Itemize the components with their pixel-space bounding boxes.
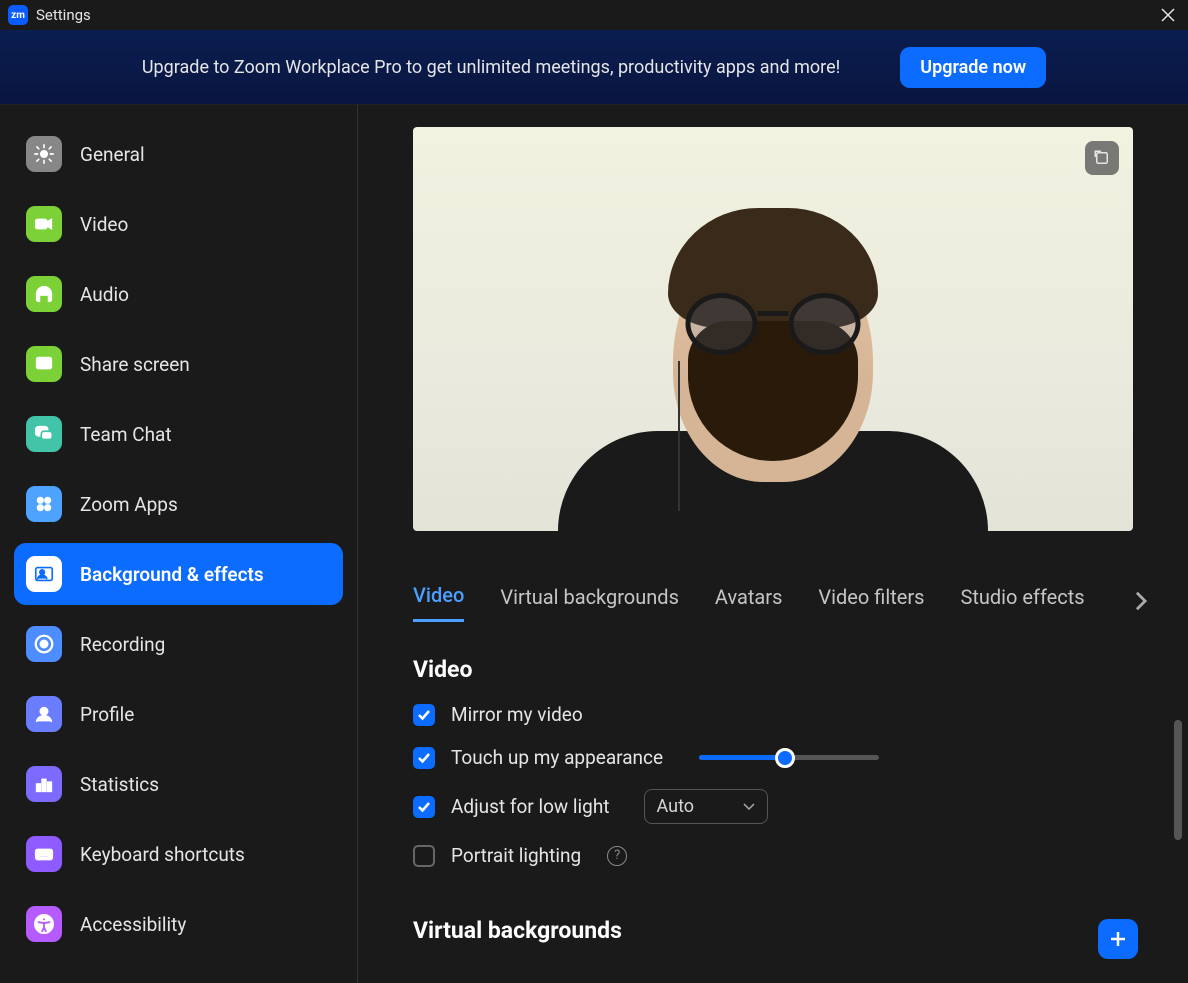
tab-video-filters[interactable]: Video filters (818, 585, 924, 621)
headphones-icon (26, 276, 62, 312)
lowlight-select[interactable]: Auto (644, 789, 768, 824)
sidebar-item-team-chat[interactable]: Team Chat (14, 403, 343, 465)
portrait-lighting-label: Portrait lighting (451, 844, 581, 867)
add-background-button[interactable] (1098, 919, 1138, 959)
sidebar-item-label: Video (80, 213, 128, 236)
effects-tabs: Video Virtual backgrounds Avatars Video fil… (413, 583, 1148, 622)
slider-handle[interactable] (775, 748, 795, 768)
portrait-lighting-checkbox[interactable] (413, 845, 435, 867)
sidebar-item-label: Background & effects (80, 563, 264, 586)
share-icon (26, 346, 62, 382)
sidebar-item-general[interactable]: General (14, 123, 343, 185)
touchup-checkbox[interactable] (413, 747, 435, 769)
help-icon[interactable]: ? (607, 846, 627, 866)
sidebar-item-statistics[interactable]: Statistics (14, 753, 343, 815)
gear-icon (26, 136, 62, 172)
sidebar-item-label: General (80, 143, 145, 166)
tab-studio-effects[interactable]: Studio effects (960, 585, 1084, 621)
window-title: Settings (36, 6, 91, 24)
sidebar-item-audio[interactable]: Audio (14, 263, 343, 325)
lowlight-checkbox[interactable] (413, 796, 435, 818)
scrollbar[interactable] (1174, 720, 1182, 840)
upgrade-button[interactable]: Upgrade now (900, 47, 1046, 88)
mirror-video-label: Mirror my video (451, 703, 583, 726)
tabs-scroll-right-icon[interactable] (1134, 590, 1148, 616)
lowlight-select-value: Auto (657, 796, 695, 817)
zoom-logo-icon: zm (8, 5, 28, 25)
profile-icon (26, 696, 62, 732)
mirror-video-option: Mirror my video (413, 703, 1148, 726)
touchup-option: Touch up my appearance (413, 746, 1148, 769)
sidebar-item-label: Keyboard shortcuts (80, 843, 245, 866)
sidebar-item-keyboard-shortcuts[interactable]: Keyboard shortcuts (14, 823, 343, 885)
portrait-lighting-option: Portrait lighting ? (413, 844, 1148, 867)
banner-text: Upgrade to Zoom Workplace Pro to get unl… (142, 57, 840, 78)
settings-sidebar: General Video Audio Share screen Team Chat Zo… (0, 105, 358, 983)
sidebar-item-label: Audio (80, 283, 129, 306)
close-button[interactable] (1158, 5, 1178, 25)
record-icon (26, 626, 62, 662)
sidebar-item-label: Statistics (80, 773, 159, 796)
sidebar-item-background-effects[interactable]: Background & effects (14, 543, 343, 605)
touchup-label: Touch up my appearance (451, 746, 663, 769)
upgrade-banner: Upgrade to Zoom Workplace Pro to get unl… (0, 30, 1188, 105)
sidebar-item-share-screen[interactable]: Share screen (14, 333, 343, 395)
sidebar-item-label: Share screen (80, 353, 190, 376)
settings-content: Video Virtual backgrounds Avatars Video fil… (358, 105, 1188, 983)
keyboard-icon (26, 836, 62, 872)
sidebar-item-label: Team Chat (80, 423, 172, 446)
video-icon (26, 206, 62, 242)
lowlight-label: Adjust for low light (451, 795, 610, 818)
sidebar-item-label: Recording (80, 633, 165, 656)
lowlight-option: Adjust for low light Auto (413, 789, 1148, 824)
chat-icon (26, 416, 62, 452)
sidebar-item-accessibility[interactable]: Accessibility (14, 893, 343, 955)
touchup-slider[interactable] (699, 755, 879, 760)
accessibility-icon (26, 906, 62, 942)
sidebar-item-label: Profile (80, 703, 134, 726)
sidebar-item-profile[interactable]: Profile (14, 683, 343, 745)
titlebar: zm Settings (0, 0, 1188, 30)
mirror-video-checkbox[interactable] (413, 704, 435, 726)
sidebar-item-label: Zoom Apps (80, 493, 178, 516)
person-icon (26, 556, 62, 592)
sidebar-item-recording[interactable]: Recording (14, 613, 343, 675)
rotate-camera-button[interactable] (1085, 141, 1119, 175)
stats-icon (26, 766, 62, 802)
virtual-backgrounds-title: Virtual backgrounds (413, 917, 1148, 944)
tab-video[interactable]: Video (413, 583, 464, 622)
tab-avatars[interactable]: Avatars (715, 585, 783, 621)
sidebar-item-label: Accessibility (80, 913, 186, 936)
sidebar-item-zoom-apps[interactable]: Zoom Apps (14, 473, 343, 535)
apps-icon (26, 486, 62, 522)
sidebar-item-video[interactable]: Video (14, 193, 343, 255)
video-preview (413, 127, 1133, 531)
tab-virtual-backgrounds[interactable]: Virtual backgrounds (500, 585, 679, 621)
chevron-down-icon (743, 803, 755, 811)
video-section-title: Video (413, 656, 1148, 683)
